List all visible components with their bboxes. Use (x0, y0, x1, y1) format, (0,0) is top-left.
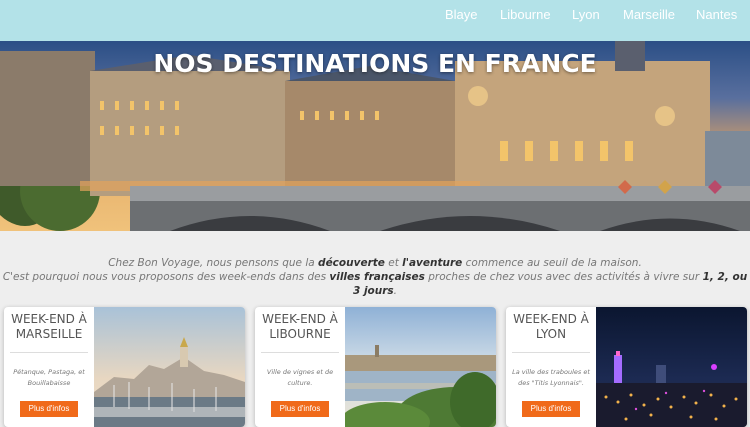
card-description: La ville des traboules et des "Titis Lyo… (512, 368, 590, 387)
nav-link-libourne[interactable]: Libourne (500, 7, 551, 22)
intro-text-segment: . (393, 285, 398, 297)
more-info-button-libourne[interactable]: Plus d'infos (271, 401, 329, 417)
intro-line-1: Chez Bon Voyage, nous pensons que la déc… (0, 256, 750, 270)
card-libourne: WEEK-END À LIBOURNE Ville de vignes et d… (255, 307, 496, 427)
intro-text-segment: proches de chez vous avec des activités … (424, 271, 703, 283)
intro-emphasis-decouverte: découverte (318, 257, 385, 269)
card-lyon: WEEK-END À LYON La ville des traboules e… (506, 307, 747, 427)
intro-text-segment: Chez Bon Voyage, nous pensons que la (108, 257, 319, 269)
card-text-panel: WEEK-END À LYON La ville des traboules e… (506, 307, 596, 427)
card-text-panel: WEEK-END À LIBOURNE Ville de vignes et d… (255, 307, 345, 427)
more-info-button-marseille[interactable]: Plus d'infos (20, 401, 78, 417)
top-nav: Blaye Libourne Lyon Marseille Nantes (0, 0, 750, 41)
card-image-libourne (345, 307, 496, 427)
card-description: Ville de vignes et de culture. (266, 368, 334, 387)
card-divider (512, 352, 590, 353)
card-title: WEEK-END À LIBOURNE (262, 312, 338, 341)
card-divider (10, 352, 88, 353)
intro-text-segment: et (384, 257, 403, 269)
card-image-marseille (94, 307, 245, 427)
card-image-lyon (596, 307, 747, 427)
hero-title: NOS DESTINATIONS EN FRANCE (153, 49, 597, 78)
card-title: WEEK-END À MARSEILLE (11, 312, 87, 341)
card-title: WEEK-END À LYON (513, 312, 589, 341)
hero-banner: NOS DESTINATIONS EN FRANCE (0, 41, 750, 231)
nav-link-lyon[interactable]: Lyon (572, 7, 600, 22)
card-marseille: WEEK-END À MARSEILLE Pétanque, Pastaga, … (4, 307, 245, 427)
intro-emphasis-villes: villes françaises (329, 271, 425, 283)
nav-link-blaye[interactable]: Blaye (445, 7, 478, 22)
intro-emphasis-aventure: l'aventure (402, 257, 463, 269)
intro-text-segment: commence au seuil de la maison. (462, 257, 642, 269)
nav-link-nantes[interactable]: Nantes (696, 7, 737, 22)
intro-text-segment: C'est pourquoi nous vous proposons des w… (2, 271, 330, 283)
intro-line-2: C'est pourquoi nous vous proposons des w… (0, 270, 750, 298)
card-divider (261, 352, 339, 353)
more-info-button-lyon[interactable]: Plus d'infos (522, 401, 580, 417)
intro-text: Chez Bon Voyage, nous pensons que la déc… (0, 256, 750, 298)
nav-link-marseille[interactable]: Marseille (623, 7, 675, 22)
card-text-panel: WEEK-END À MARSEILLE Pétanque, Pastaga, … (4, 307, 94, 427)
card-description: Pétanque, Pastaga, et Bouillabaisse (13, 368, 85, 387)
